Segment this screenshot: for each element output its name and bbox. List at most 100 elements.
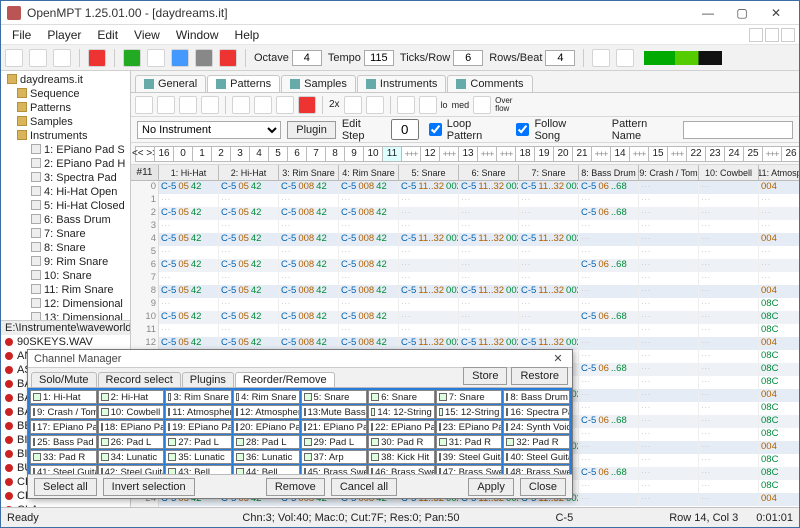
pattern-cell[interactable]: ···	[699, 181, 759, 194]
minimize-button[interactable]: —	[691, 3, 725, 23]
pattern-cell[interactable]: ···	[519, 194, 579, 207]
seq-cell[interactable]: 9	[344, 146, 364, 162]
tree-instrument[interactable]: 10: Snare	[3, 269, 128, 283]
channel-header[interactable]: 4: Rim Snare	[339, 165, 399, 180]
cm-tab[interactable]: Reorder/Remove	[235, 372, 335, 387]
pattern-cell[interactable]: C-506..68	[579, 181, 639, 194]
pattern-cell[interactable]: C-500842	[279, 181, 339, 194]
pattern-cell[interactable]: ···	[579, 428, 639, 441]
pattern-cell[interactable]: ···	[699, 467, 759, 480]
seq-cell[interactable]: 21	[572, 146, 592, 162]
pattern-cell[interactable]: ···	[339, 298, 399, 311]
cm-channel[interactable]: 17: EPiano Pad	[30, 420, 97, 434]
tool-icon[interactable]	[473, 96, 491, 114]
cm-channel[interactable]: 14: 12-String	[368, 405, 435, 419]
pattern-cell[interactable]: ···	[579, 376, 639, 389]
seq-cell[interactable]: +++	[496, 146, 516, 162]
pattern-cell[interactable]: ···	[459, 324, 519, 337]
pattern-cell[interactable]: ···	[159, 272, 219, 285]
pattern-cell[interactable]: ···	[639, 311, 699, 324]
pattern-cell[interactable]: ···	[699, 441, 759, 454]
settings-button[interactable]	[592, 49, 610, 67]
pattern-cell[interactable]: ···	[639, 376, 699, 389]
pattern-cell[interactable]: ···	[399, 246, 459, 259]
invert-button[interactable]: Invert selection	[103, 478, 195, 496]
close-button[interactable]: ✕	[759, 3, 793, 23]
pattern-cell[interactable]: C-511..32002	[519, 181, 579, 194]
menu-edit[interactable]: Edit	[90, 27, 125, 43]
pattern-cell[interactable]: C-50542	[159, 285, 219, 298]
pattern-cell[interactable]: ···	[699, 428, 759, 441]
pattern-cell[interactable]: ···	[639, 454, 699, 467]
pattern-cell[interactable]: ···	[639, 389, 699, 402]
pattern-cell[interactable]: ···	[159, 298, 219, 311]
cm-channel[interactable]: 29: Pad L	[301, 435, 368, 449]
pattern-cell[interactable]: ···	[699, 506, 759, 507]
tool-icon[interactable]	[157, 96, 175, 114]
pattern-cell[interactable]: 004	[759, 493, 799, 506]
pattern-cell[interactable]: ···	[339, 220, 399, 233]
rows-input[interactable]	[545, 50, 575, 66]
seq-cell[interactable]: 24	[724, 146, 744, 162]
pattern-cell[interactable]: ···	[639, 337, 699, 350]
mdi-restore-icon[interactable]	[765, 28, 779, 42]
pattern-cell[interactable]: ···	[639, 467, 699, 480]
channel-header[interactable]: 9: Crash / Tom	[639, 165, 699, 180]
pattern-cell[interactable]: C-511..32002	[399, 233, 459, 246]
tool-icon[interactable]	[179, 96, 197, 114]
pattern-cell[interactable]: ···	[699, 285, 759, 298]
pattern-cell[interactable]: 08C	[759, 402, 799, 415]
pattern-cell[interactable]: C-506..68	[579, 363, 639, 376]
pattern-cell[interactable]: C-50542	[219, 181, 279, 194]
pattern-cell[interactable]: ···	[639, 207, 699, 220]
pattern-cell[interactable]: ···	[519, 259, 579, 272]
pattern-cell[interactable]: ···	[159, 220, 219, 233]
pattern-cell[interactable]: ···	[579, 402, 639, 415]
pattern-cell[interactable]: C-50542	[219, 207, 279, 220]
tempo-input[interactable]	[364, 50, 394, 66]
cm-channel[interactable]: 48: Brass Swell	[503, 465, 570, 474]
update-button[interactable]	[616, 49, 634, 67]
pattern-cell[interactable]: ···	[699, 272, 759, 285]
pattern-cell[interactable]: ···	[279, 220, 339, 233]
tree-instrument[interactable]: 1: EPiano Pad S	[3, 143, 128, 157]
cm-channel[interactable]: 41: Steel Guitar	[30, 465, 97, 474]
pattern-cell[interactable]: ···	[639, 181, 699, 194]
pattern-cell[interactable]: ···	[459, 194, 519, 207]
pattern-cell[interactable]: ···	[279, 194, 339, 207]
pattern-cell[interactable]: ···	[519, 220, 579, 233]
seq-cell[interactable]: 18	[515, 146, 535, 162]
pattern-cell[interactable]: ···	[639, 220, 699, 233]
pattern-cell[interactable]: ···	[519, 311, 579, 324]
cm-channel[interactable]: 45: Brass Swell	[301, 465, 368, 474]
cm-channel[interactable]: 18: EPiano Pad	[98, 420, 165, 434]
pattern-cell[interactable]: ···	[639, 350, 699, 363]
pattern-cell[interactable]: 08C	[759, 467, 799, 480]
open-button[interactable]	[29, 49, 47, 67]
pattern-cell[interactable]: C-50542	[159, 259, 219, 272]
pattern-cell[interactable]: C-506..68	[579, 415, 639, 428]
pattern-cell[interactable]: ···	[639, 194, 699, 207]
pattern-cell[interactable]: C-500842	[279, 259, 339, 272]
cm-channel[interactable]: 46: Brass Swell	[368, 465, 435, 474]
cm-channel[interactable]: 27: Pad L	[165, 435, 232, 449]
cm-channel[interactable]: 26: Pad L	[98, 435, 165, 449]
pattern-cell[interactable]: ···	[519, 246, 579, 259]
seq-cell[interactable]: 22	[686, 146, 706, 162]
pattern-cell[interactable]: ···	[759, 246, 799, 259]
pattern-cell[interactable]: ···	[399, 220, 459, 233]
seq-cell[interactable]: 8	[325, 146, 345, 162]
pattern-cell[interactable]: ···	[279, 246, 339, 259]
patname-input[interactable]	[683, 121, 793, 139]
pattern-cell[interactable]: ···	[699, 233, 759, 246]
cm-channel[interactable]: 2: Hi-Hat	[98, 390, 165, 404]
seq-cell[interactable]: 25	[743, 146, 763, 162]
tool-icon[interactable]	[254, 96, 272, 114]
pattern-cell[interactable]: ···	[699, 311, 759, 324]
seq-cell[interactable]: 13	[458, 146, 478, 162]
channel-header[interactable]: 5: Snare	[399, 165, 459, 180]
menu-view[interactable]: View	[127, 27, 167, 43]
pattern-cell[interactable]: 004	[759, 337, 799, 350]
pattern-cell[interactable]: ···	[699, 350, 759, 363]
pattern-cell[interactable]: ···	[699, 402, 759, 415]
